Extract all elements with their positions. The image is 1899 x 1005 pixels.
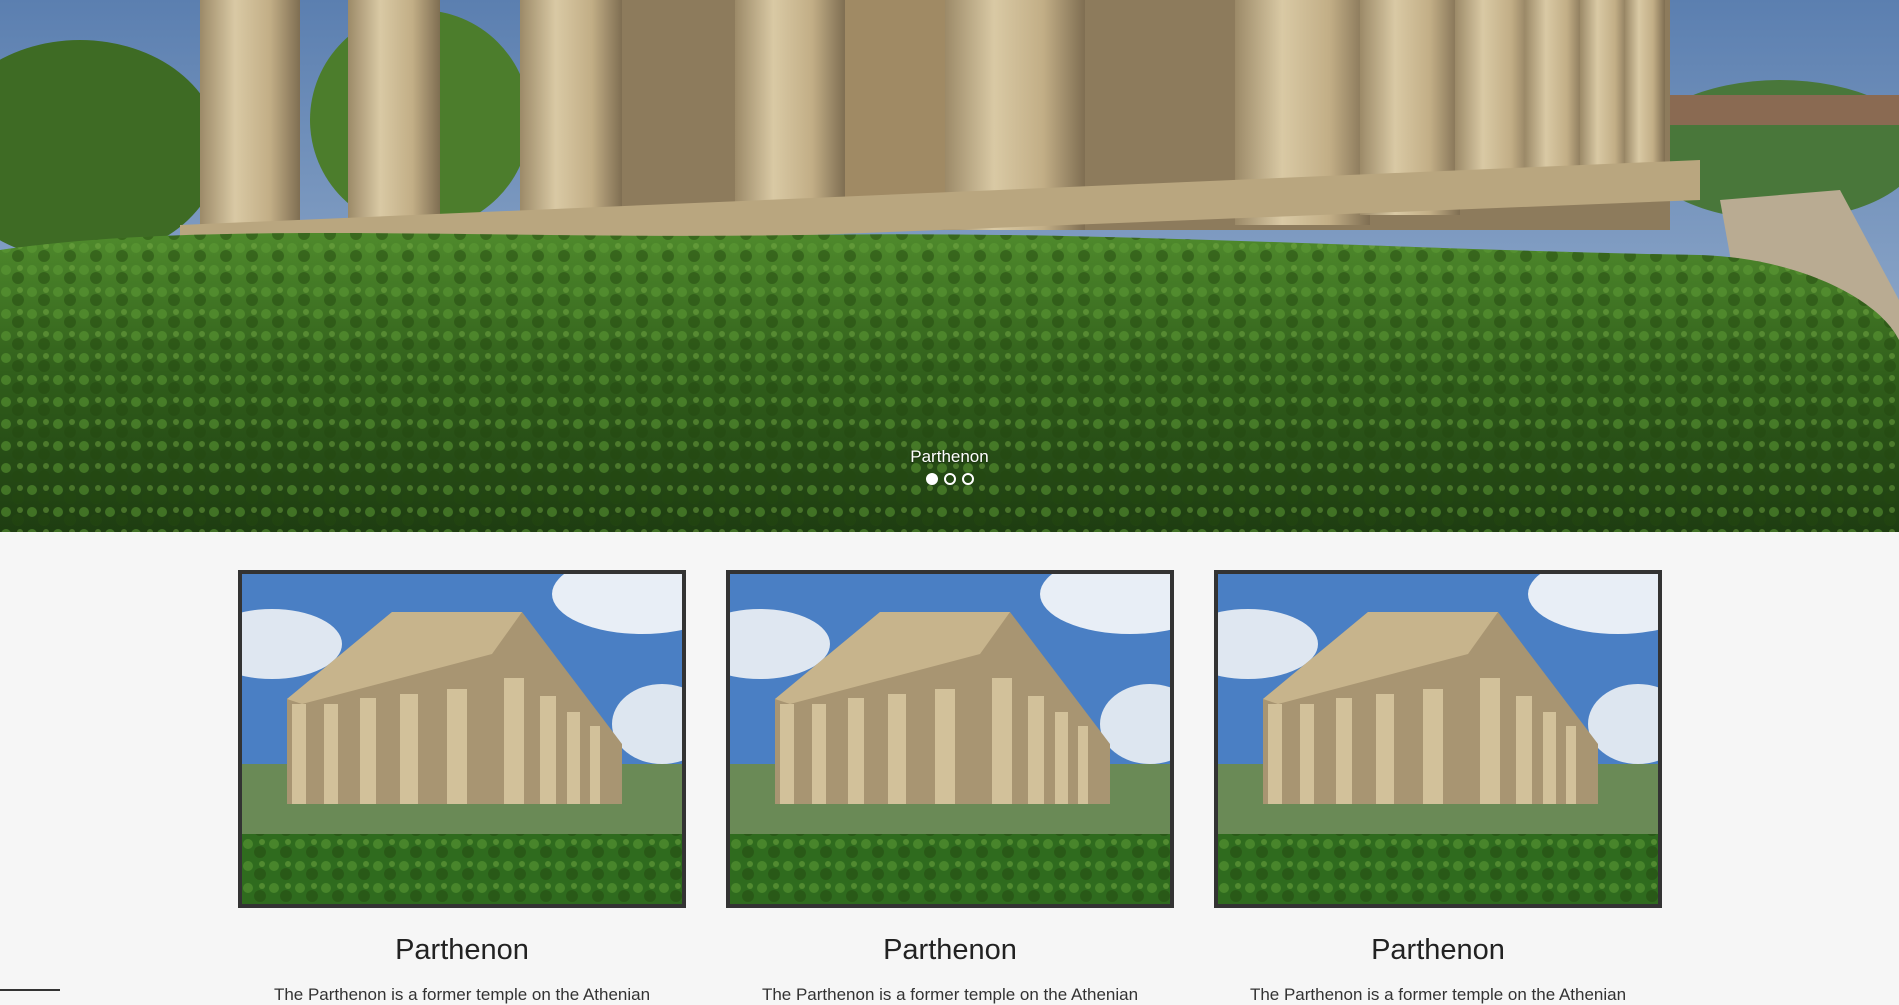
temple-image [1218,574,1658,904]
card-title: Parthenon [1371,934,1505,966]
slide-caption: Parthenon [910,447,989,466]
card-1[interactable]: Parthenon The Parthenon is a former temp… [238,570,686,1005]
hero-slider[interactable]: Parthenon [0,0,1899,532]
card-image[interactable] [238,570,686,908]
card-description: The Parthenon is a former temple on the … [761,985,1139,1004]
slide-dot-2[interactable] [943,473,956,485]
card-image[interactable] [1214,570,1662,908]
card-description: The Parthenon is a former temple on the … [273,985,651,1004]
card-grid: Parthenon The Parthenon is a former temp… [238,570,1662,1005]
card-2[interactable]: Parthenon The Parthenon is a former temp… [726,570,1174,1005]
slide-dot-1[interactable] [925,473,938,485]
card-description: The Parthenon is a former temple on the … [1249,985,1627,1004]
temple-image [730,574,1170,904]
temple-image [242,574,682,904]
card-title: Parthenon [395,934,529,966]
slide-dot-3[interactable] [961,473,974,485]
card-3[interactable]: Parthenon The Parthenon is a former temp… [1214,570,1662,1005]
slider-pagination [0,473,1899,485]
card-title: Parthenon [883,934,1017,966]
card-image[interactable] [726,570,1174,908]
divider [0,989,60,991]
